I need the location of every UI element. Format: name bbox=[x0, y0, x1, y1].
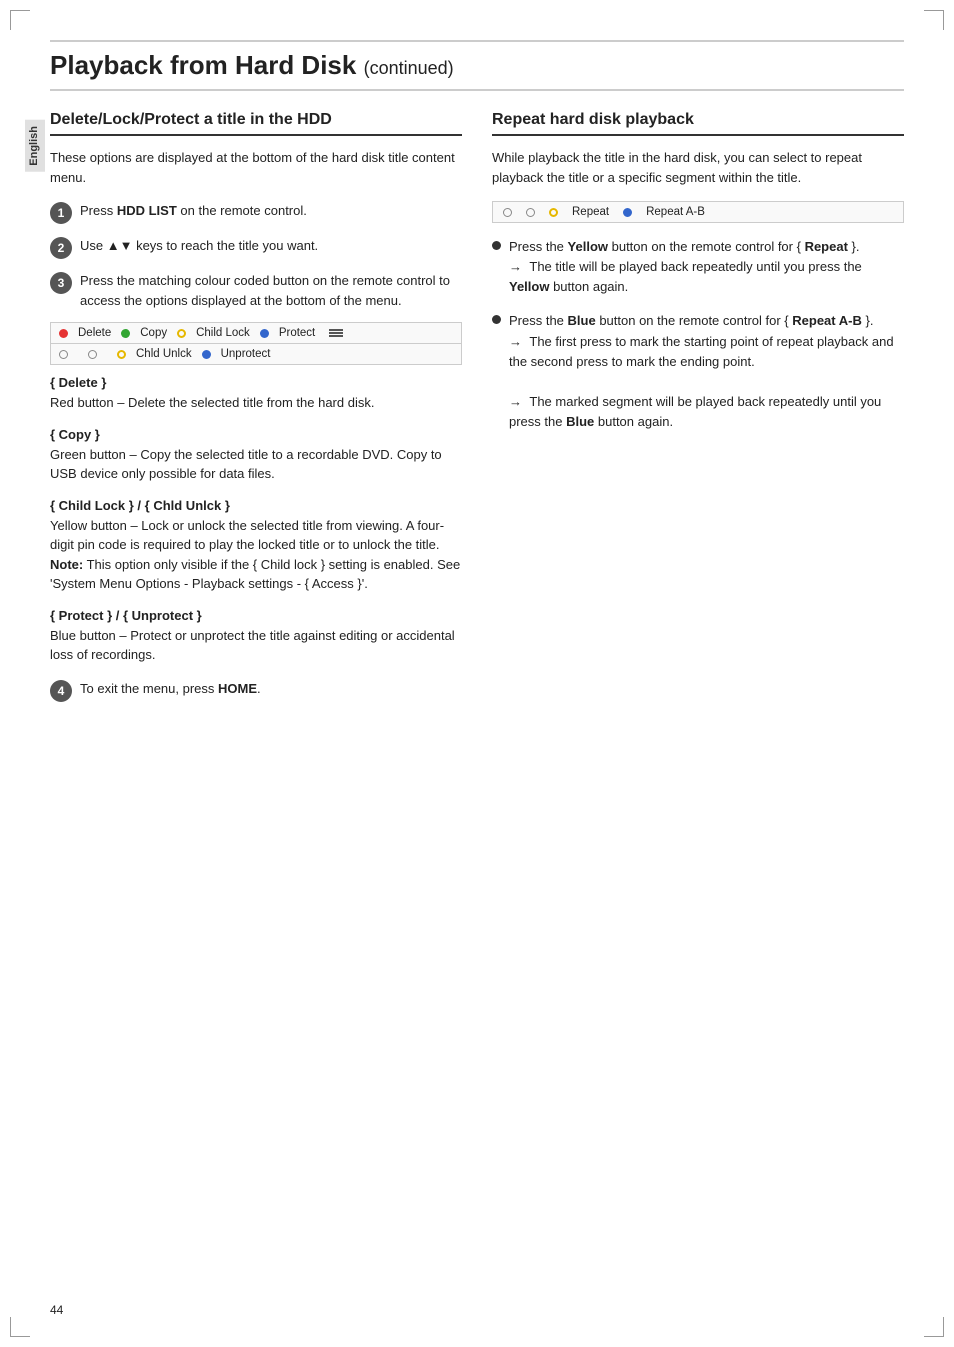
def-copy-title: { Copy } bbox=[50, 427, 462, 442]
bullet-dot-2 bbox=[492, 315, 501, 324]
bullet-dot-1 bbox=[492, 241, 501, 250]
btn-childlock-label: Child Lock bbox=[196, 327, 250, 339]
step-3-text: Press the matching colour coded button o… bbox=[80, 271, 462, 310]
def-protect-title: { Protect } / { Unprotect } bbox=[50, 608, 462, 623]
step-4-number: 4 bbox=[50, 680, 72, 702]
def-protect: { Protect } / { Unprotect } Blue button … bbox=[50, 608, 462, 665]
dot-empty-2 bbox=[88, 350, 97, 359]
step-2-number: 2 bbox=[50, 237, 72, 259]
dot-empty-1 bbox=[59, 350, 68, 359]
page-title-text: Playback from Hard Disk bbox=[50, 50, 356, 80]
repeat-dot-blue bbox=[623, 208, 632, 217]
dot-blue-top bbox=[260, 329, 269, 338]
left-intro: These options are displayed at the botto… bbox=[50, 148, 462, 187]
separator-icon bbox=[329, 329, 343, 337]
corner-bl bbox=[10, 1317, 30, 1337]
repeat-dot-empty-2 bbox=[526, 208, 535, 217]
dot-yellow-circle-2 bbox=[117, 350, 126, 359]
button-bar-bottom: Chld Unlck Unprotect bbox=[51, 343, 461, 364]
step-1-text: Press HDD LIST on the remote control. bbox=[80, 201, 307, 221]
step-3-number: 3 bbox=[50, 272, 72, 294]
corner-tl bbox=[10, 10, 30, 30]
bullet-yellow: Press the Yellow button on the remote co… bbox=[492, 237, 904, 297]
def-copy: { Copy } Green button – Copy the selecte… bbox=[50, 427, 462, 484]
btn-unprotect-label: Unprotect bbox=[221, 348, 271, 360]
dot-green bbox=[121, 329, 130, 338]
corner-tr bbox=[924, 10, 944, 30]
repeat-label: Repeat bbox=[572, 206, 609, 218]
page-number: 44 bbox=[50, 1303, 63, 1317]
repeat-ab-label: Repeat A-B bbox=[646, 206, 705, 218]
right-section-heading: Repeat hard disk playback bbox=[492, 111, 904, 136]
def-delete-title: { Delete } bbox=[50, 375, 462, 390]
step-2-text: Use ▲▼ keys to reach the title you want. bbox=[80, 236, 318, 256]
repeat-dot-empty-1 bbox=[503, 208, 512, 217]
btn-childunlck-label: Chld Unlck bbox=[136, 348, 192, 360]
button-bar-container: Delete Copy Child Lock Protect bbox=[50, 322, 462, 365]
step-4: 4 To exit the menu, press HOME. bbox=[50, 679, 462, 702]
dot-yellow-circle bbox=[177, 329, 186, 338]
step-4-text: To exit the menu, press HOME. bbox=[80, 679, 261, 699]
right-column: Repeat hard disk playback While playback… bbox=[492, 111, 904, 714]
step-1: 1 Press HDD LIST on the remote control. bbox=[50, 201, 462, 224]
left-column: Delete/Lock/Protect a title in the HDD T… bbox=[50, 111, 462, 714]
btn-copy-label: Copy bbox=[140, 327, 167, 339]
step-2: 2 Use ▲▼ keys to reach the title you wan… bbox=[50, 236, 462, 259]
btn-protect-label: Protect bbox=[279, 327, 315, 339]
page-continued-text: (continued) bbox=[364, 58, 454, 78]
def-childlock-title: { Child Lock } / { Chld Unlck } bbox=[50, 498, 462, 513]
def-delete: { Delete } Red button – Delete the selec… bbox=[50, 375, 462, 413]
bullet-yellow-text: Press the Yellow button on the remote co… bbox=[509, 237, 904, 297]
dot-blue-bottom bbox=[202, 350, 211, 359]
bullet-blue: Press the Blue button on the remote cont… bbox=[492, 311, 904, 432]
def-copy-text: Green button – Copy the selected title t… bbox=[50, 445, 462, 484]
button-bar-top: Delete Copy Child Lock Protect bbox=[51, 323, 461, 343]
def-childlock-text: Yellow button – Lock or unlock the selec… bbox=[50, 516, 462, 594]
repeat-bar: Repeat Repeat A-B bbox=[492, 201, 904, 223]
def-childlock: { Child Lock } / { Chld Unlck } Yellow b… bbox=[50, 498, 462, 594]
bullet-blue-text: Press the Blue button on the remote cont… bbox=[509, 311, 904, 432]
content-columns: Delete/Lock/Protect a title in the HDD T… bbox=[50, 111, 904, 714]
def-protect-text: Blue button – Protect or unprotect the t… bbox=[50, 626, 462, 665]
sidebar-language-label: English bbox=[25, 120, 45, 172]
corner-br bbox=[924, 1317, 944, 1337]
dot-red bbox=[59, 329, 68, 338]
step-3: 3 Press the matching colour coded button… bbox=[50, 271, 462, 310]
def-delete-text: Red button – Delete the selected title f… bbox=[50, 393, 462, 413]
page-title: Playback from Hard Disk (continued) bbox=[50, 40, 904, 91]
right-intro: While playback the title in the hard dis… bbox=[492, 148, 904, 187]
left-section-heading: Delete/Lock/Protect a title in the HDD bbox=[50, 111, 462, 136]
repeat-dot-yellow bbox=[549, 208, 558, 217]
btn-delete-label: Delete bbox=[78, 327, 111, 339]
page-container: English Playback from Hard Disk (continu… bbox=[0, 0, 954, 1347]
step-1-number: 1 bbox=[50, 202, 72, 224]
